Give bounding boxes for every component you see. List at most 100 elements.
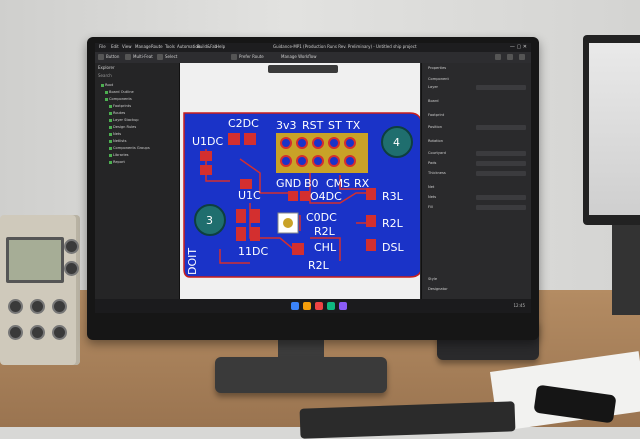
node-icon: [109, 118, 112, 122]
pin-label: CMS: [326, 177, 350, 190]
node-icon: [109, 146, 112, 150]
knob-icon: [52, 325, 67, 340]
refdes-label: CHL: [314, 241, 337, 254]
folder-icon[interactable]: [303, 302, 311, 310]
mount-label: 4: [393, 136, 400, 149]
tree-item[interactable]: Report: [109, 160, 125, 164]
menu-route[interactable]: Route: [151, 44, 163, 49]
toolbar-button[interactable]: Button: [106, 54, 119, 59]
tree-item[interactable]: Components Groups: [109, 146, 150, 150]
start-icon[interactable]: [291, 302, 299, 310]
second-monitor-screen: [589, 43, 640, 215]
node-icon: [109, 104, 112, 108]
refdes-label: C0DC: [306, 211, 337, 224]
property-label: Position: [428, 125, 442, 129]
node-icon: [109, 160, 112, 164]
menu-view[interactable]: View: [122, 44, 132, 49]
second-monitor: [583, 35, 640, 225]
system-tray-clock[interactable]: 12:45: [513, 303, 525, 308]
property-label: Style: [428, 277, 438, 281]
node-icon: [109, 132, 112, 136]
tree-item[interactable]: Nets: [109, 132, 121, 136]
refdes-label: DSL: [382, 241, 404, 254]
property-label: Thickness: [428, 171, 446, 175]
menu-edit[interactable]: Edit: [111, 44, 119, 49]
tree-item[interactable]: Footprints: [109, 104, 131, 108]
menu-tools[interactable]: Tools: [165, 44, 175, 49]
node-icon: [109, 125, 112, 129]
property-label: Component: [428, 77, 449, 81]
property-value[interactable]: [476, 171, 526, 176]
knob-icon: [8, 325, 23, 340]
knob-icon: [8, 299, 23, 314]
toolbar-select[interactable]: Select: [165, 54, 177, 59]
menu-help[interactable]: Help: [216, 44, 225, 49]
monitor-stand-base: [215, 357, 387, 393]
mount-label: 3: [206, 214, 213, 227]
property-value[interactable]: [476, 161, 526, 166]
app-icon[interactable]: [339, 302, 347, 310]
property-label: Layer: [428, 85, 439, 89]
property-value[interactable]: [476, 85, 526, 90]
node-icon: [105, 97, 108, 101]
app-toolbar: Button Multi-Feat Select Prefer Route Ma…: [95, 52, 531, 63]
window-controls[interactable]: — ▢ ✕: [510, 44, 527, 50]
node-icon: [105, 90, 108, 94]
monitor-screen: File Edit View Manage Route Tools Automa…: [95, 43, 531, 313]
tree-item[interactable]: Root: [101, 83, 113, 87]
node-icon: [109, 111, 112, 115]
layers-icon[interactable]: [125, 54, 131, 60]
keyboard: [299, 401, 516, 439]
node-icon: [101, 83, 104, 87]
user-icon[interactable]: [507, 54, 513, 60]
property-value[interactable]: [476, 205, 526, 210]
knob-icon: [30, 299, 45, 314]
property-label: Designator: [428, 287, 448, 291]
button-pad: [283, 218, 293, 228]
property-label: Fill: [428, 205, 433, 209]
toolbar-manage-workflow[interactable]: Manage Workflow: [281, 54, 317, 59]
settings-icon[interactable]: [495, 54, 501, 60]
toolbar-prefer-route[interactable]: Prefer Route: [239, 54, 264, 59]
tree-item[interactable]: Libraries: [109, 153, 129, 157]
pin-label: B0: [304, 177, 319, 190]
refdes-label: U1DC: [192, 135, 224, 148]
pin-header: [276, 133, 368, 173]
tree-item[interactable]: Layer Stackup: [109, 118, 139, 122]
tree-item[interactable]: Routes: [109, 111, 125, 115]
refdes-label: C2DC: [228, 117, 259, 130]
tree-item[interactable]: Components: [105, 97, 132, 101]
bell-icon[interactable]: [519, 54, 525, 60]
route-icon[interactable]: [231, 54, 237, 60]
property-value[interactable]: [476, 195, 526, 200]
menu-manage[interactable]: Manage: [135, 44, 151, 49]
browser-icon[interactable]: [327, 302, 335, 310]
toolbar-multi-feat[interactable]: Multi-Feat: [133, 54, 153, 59]
explorer-header: Explorer: [98, 65, 115, 70]
pcb-board-drawing: 3v3 RST ST TX GND B0 CMS RX 4 3 C2DC U1D…: [183, 112, 420, 278]
properties-panel: Properties Component Layer Board Footpri…: [421, 63, 531, 299]
property-value[interactable]: [476, 125, 526, 130]
tree-item[interactable]: Design Rules: [109, 125, 136, 129]
app-icon[interactable]: [315, 302, 323, 310]
save-icon[interactable]: [98, 54, 104, 60]
tree-item[interactable]: Board Outline: [105, 90, 134, 94]
property-value[interactable]: [476, 151, 526, 156]
pcb-canvas[interactable]: 3v3 RST ST TX GND B0 CMS RX 4 3 C2DC U1D…: [180, 63, 420, 299]
knob-icon: [64, 239, 79, 254]
menu-buildfab[interactable]: Build&Fab: [197, 44, 217, 49]
pin-label: 3v3: [276, 119, 297, 132]
pin-label: RST: [302, 119, 324, 132]
property-label: Net: [428, 185, 435, 189]
property-label: Courtyard: [428, 151, 446, 155]
knob-icon: [30, 325, 45, 340]
canvas-toolstrip[interactable]: [268, 65, 338, 73]
menu-file[interactable]: File: [99, 44, 106, 49]
node-icon: [109, 139, 112, 143]
select-icon[interactable]: [157, 54, 163, 60]
property-label: Footprint: [428, 113, 445, 117]
tree-item[interactable]: Netlists: [109, 139, 126, 143]
os-taskbar: 12:45: [95, 299, 531, 313]
explorer-search[interactable]: Search: [98, 73, 112, 78]
oscilloscope: [0, 215, 80, 365]
